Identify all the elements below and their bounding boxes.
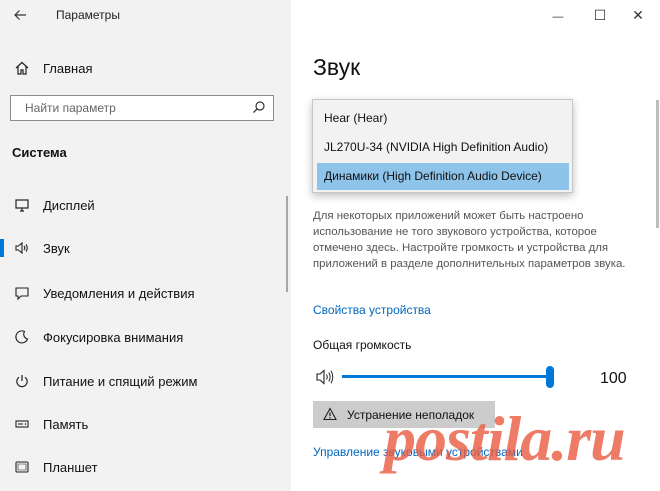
sidebar: Главная Система Дисплей Звук Уведомления… <box>0 0 291 491</box>
sidebar-item-notifications[interactable]: Уведомления и действия <box>0 281 291 305</box>
search-input[interactable] <box>11 96 260 120</box>
back-button[interactable] <box>8 4 32 26</box>
sidebar-item-focus-assist[interactable]: Фокусировка внимания <box>0 325 291 349</box>
dropdown-option-speakers[interactable]: Динамики (High Definition Audio Device) <box>317 163 569 190</box>
focus-assist-icon <box>12 327 32 347</box>
volume-label: Общая громкость <box>313 338 412 352</box>
minimize-button[interactable]: — <box>538 4 578 26</box>
sidebar-item-tablet[interactable]: Планшет <box>0 455 291 479</box>
search-box[interactable] <box>10 95 274 121</box>
close-icon: ✕ <box>632 7 644 23</box>
power-icon <box>12 371 32 391</box>
dropdown-option-hear[interactable]: Hear (Hear) <box>317 105 569 132</box>
sidebar-item-label: Уведомления и действия <box>43 286 195 301</box>
section-title: Система <box>12 145 67 160</box>
storage-icon <box>12 414 32 434</box>
title-bar: Параметры — ☐ ✕ <box>0 0 660 32</box>
tablet-icon <box>12 457 32 477</box>
sidebar-item-sound[interactable]: Звук <box>0 236 291 260</box>
page-title: Звук <box>313 54 361 80</box>
maximize-button[interactable]: ☐ <box>580 4 620 26</box>
nav-home[interactable]: Главная <box>0 56 291 80</box>
app-title: Параметры <box>56 8 120 22</box>
sidebar-item-label: Планшет <box>43 460 98 475</box>
minimize-icon: — <box>552 11 564 23</box>
sidebar-item-label: Память <box>43 417 89 432</box>
description-text: Для некоторых приложений может быть наст… <box>313 210 626 270</box>
output-device-dropdown[interactable]: Hear (Hear) JL270U-34 (NVIDIA High Defin… <box>312 99 573 193</box>
warning-icon <box>323 407 337 421</box>
close-button[interactable]: ✕ <box>618 4 658 26</box>
sidebar-scrollbar[interactable] <box>286 196 288 292</box>
sidebar-item-label: Звук <box>43 241 70 256</box>
volume-value: 100 <box>600 370 627 387</box>
home-label: Главная <box>43 61 93 76</box>
device-properties-link[interactable]: Свойства устройства <box>313 303 431 317</box>
sidebar-item-storage[interactable]: Память <box>0 412 291 436</box>
sidebar-item-label: Питание и спящий режим <box>43 374 198 389</box>
dropdown-option-jl270u[interactable]: JL270U-34 (NVIDIA High Definition Audio) <box>317 134 569 161</box>
sound-icon <box>12 238 32 258</box>
notifications-icon <box>12 283 32 303</box>
sidebar-item-power[interactable]: Питание и спящий режим <box>0 369 291 393</box>
display-icon <box>12 195 32 215</box>
volume-slider-thumb[interactable] <box>546 366 554 388</box>
maximize-icon: ☐ <box>593 7 607 23</box>
speaker-icon[interactable] <box>315 368 335 386</box>
watermark-logo: postila.ru <box>384 403 626 474</box>
sidebar-item-label: Дисплей <box>43 198 95 213</box>
back-arrow-icon <box>14 10 26 20</box>
search-icon[interactable] <box>252 100 266 114</box>
volume-slider-fill <box>342 375 546 378</box>
main-scrollbar[interactable] <box>656 100 659 228</box>
active-indicator <box>0 239 4 257</box>
volume-slider[interactable] <box>342 366 554 388</box>
sidebar-item-label: Фокусировка внимания <box>43 330 184 345</box>
sidebar-item-display[interactable]: Дисплей <box>0 193 291 217</box>
home-icon <box>12 58 32 78</box>
